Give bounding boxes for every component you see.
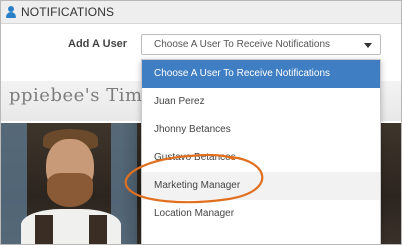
user-select-value: Choose A User To Receive Notifications <box>154 39 331 50</box>
user-dropdown-list: Choose A User To Receive Notifications J… <box>141 59 381 244</box>
dropdown-option-location-manager[interactable]: Location Manager <box>142 200 380 228</box>
dropdown-option-placeholder[interactable]: Choose A User To Receive Notifications <box>142 60 380 88</box>
dropdown-option-juan-perez[interactable]: Juan Perez <box>142 88 380 116</box>
user-select[interactable]: Choose A User To Receive Notifications <box>141 34 381 55</box>
notifications-panel: NOTIFICATIONS Add A User Choose A User T… <box>0 0 402 245</box>
user-icon <box>6 6 16 18</box>
dropdown-option-gustavo-betances[interactable]: Gustavo Betances <box>142 144 380 172</box>
panel-header: NOTIFICATIONS <box>1 1 401 24</box>
chevron-down-icon[interactable] <box>364 43 372 48</box>
dropdown-option-jhonny-betances[interactable]: Jhonny Betances <box>142 116 380 144</box>
dropdown-option-marketing-manager[interactable]: Marketing Manager <box>142 172 380 200</box>
add-user-label: Add A User <box>68 38 128 50</box>
panel-title: NOTIFICATIONS <box>21 5 115 19</box>
